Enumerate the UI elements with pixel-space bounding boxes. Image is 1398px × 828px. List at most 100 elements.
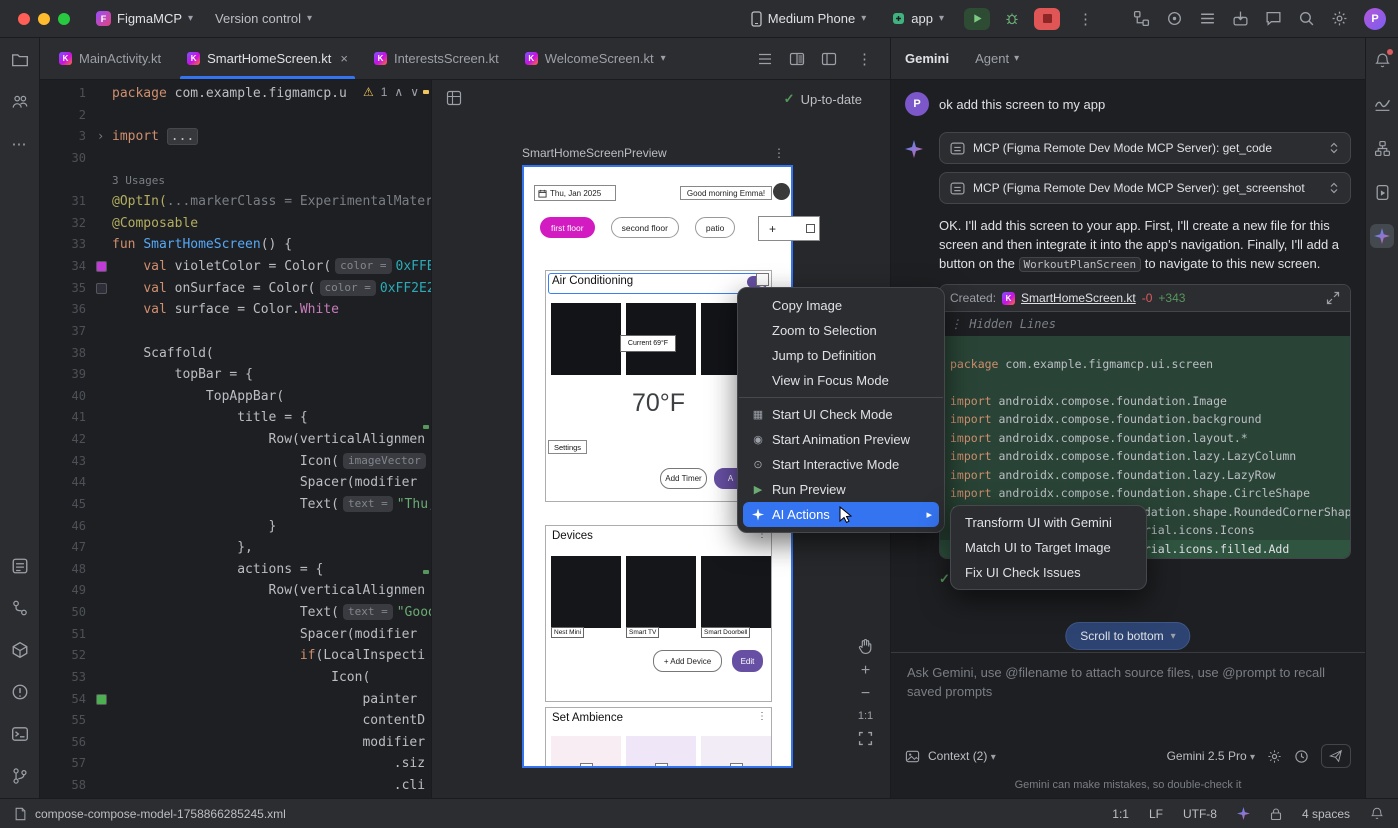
git-branch-tool-icon[interactable] [8,764,32,788]
design-view-icon[interactable] [821,51,837,67]
close-tab-icon[interactable]: × [340,51,348,66]
tab-mainactivity[interactable]: MainActivity.kt [46,38,174,79]
split-view-icon[interactable] [789,51,805,67]
menu-item-copy-image[interactable]: Copy Image [738,293,944,318]
ac-card[interactable] [551,303,621,375]
more-actions-icon[interactable]: ⋮ [1074,10,1097,28]
pan-hand-icon[interactable] [857,638,874,655]
build-tool-icon[interactable] [8,638,32,662]
editor-options-icon[interactable]: ⋮ [853,50,876,68]
workflow-icon[interactable] [1133,10,1150,27]
run-config-selector[interactable]: app ▾ [886,8,950,29]
close-window-button[interactable] [18,13,30,25]
expand-chevron-icon[interactable] [1328,181,1340,195]
color-preview-chip[interactable] [96,261,107,272]
grid-view-icon[interactable] [446,90,462,106]
menu-item-jump-to-definition[interactable]: Jump to Definition [738,343,944,368]
add-floor-chip[interactable]: + [769,222,776,236]
preview-options-icon[interactable]: ⋮ [773,146,785,160]
vcs-widget[interactable]: Version control ▾ [209,8,318,29]
lock-icon[interactable] [1270,807,1282,821]
menu-item-run-preview[interactable]: ▶Run Preview [738,477,944,502]
structure-icon[interactable] [1370,136,1394,160]
submenu-item-transform-ui-with-gemini[interactable]: Transform UI with Gemini [951,510,1146,535]
ambience-card[interactable] [626,736,696,766]
run-button[interactable] [964,8,990,30]
stop-button[interactable] [1034,8,1060,30]
zoom-window-button[interactable] [58,13,70,25]
tool-call-chip[interactable]: MCP (Figma Remote Dev Mode MCP Server): … [939,172,1351,204]
date-chip[interactable]: Thu, Jan 2025 [534,185,616,201]
submenu-item-fix-ui-check-issues[interactable]: Fix UI Check Issues [951,560,1146,585]
tab-welcomescreen[interactable]: WelcomeScreen.kt ▾ [512,38,679,79]
resize-handle[interactable] [806,224,815,233]
inspection-stripe-mark[interactable] [423,425,429,429]
inspection-stripe-mark[interactable] [423,570,429,574]
add-timer-button[interactable]: Add Timer [660,468,707,489]
menu-item-start-interactive-mode[interactable]: ⊙Start Interactive Mode [738,452,944,477]
color-preview-chip[interactable] [96,694,107,705]
vcs-tool-icon[interactable] [8,596,32,620]
project-tool-icon[interactable] [8,48,32,72]
history-icon[interactable] [1294,749,1309,764]
settings-label[interactable]: Settings [548,440,587,454]
menu-item-start-ui-check-mode[interactable]: ▦Start UI Check Mode [738,402,944,427]
next-warning-icon[interactable]: ∨ [410,85,419,99]
prev-warning-icon[interactable]: ∧ [394,85,403,99]
tool-call-chip[interactable]: MCP (Figma Remote Dev Mode MCP Server): … [939,132,1351,164]
device-selector[interactable]: Medium Phone ▾ [745,8,872,30]
ambience-card[interactable] [701,736,771,766]
chevron-down-icon[interactable]: ▾ [661,53,666,64]
sdk-manager-icon[interactable] [1232,10,1249,27]
running-devices-icon[interactable] [1370,180,1394,204]
status-notifications-icon[interactable] [1370,806,1384,821]
send-button[interactable] [1321,744,1351,768]
add-device-button[interactable]: + Add Device [653,650,722,672]
zoom-in-button[interactable]: + [861,664,870,678]
menu-item-zoom-to-selection[interactable]: Zoom to Selection [738,318,944,343]
ambience-card[interactable] [551,736,621,766]
more-tool-windows-icon[interactable]: ⋯ [8,132,32,156]
menu-item-view-in-focus-mode[interactable]: View in Focus Mode [738,368,944,393]
preview-title[interactable]: SmartHomeScreenPreview ⋮ [522,146,793,160]
zoom-ratio-button[interactable]: 1:1 [858,710,873,722]
fold-arrow-icon[interactable]: › [97,126,104,148]
settings-gear-icon[interactable] [1331,10,1348,27]
attach-image-icon[interactable] [905,749,920,764]
user-avatar[interactable]: P [1364,8,1386,30]
tab-interestsscreen[interactable]: InterestsScreen.kt [361,38,512,79]
color-preview-chip[interactable] [96,283,107,294]
tab-agent[interactable]: Agent ▾ [975,51,1019,66]
zoom-out-button[interactable]: − [861,687,870,701]
status-file-name[interactable]: compose-compose-model-1758866285245.xml [35,807,286,821]
usages-hint[interactable]: 3 Usages [40,170,431,192]
code-view-icon[interactable] [757,51,773,67]
created-file-link[interactable]: SmartHomeScreen.kt [1021,291,1136,305]
notifications-icon[interactable] [1370,48,1394,72]
debug-button[interactable] [1004,11,1020,26]
submenu-item-match-ui-to-target-image[interactable]: Match UI to Target Image [951,535,1146,560]
context-selector[interactable]: Context (2) ▾ [928,749,996,763]
todo-tool-icon[interactable] [8,554,32,578]
model-selector[interactable]: Gemini 2.5 Pro ▾ [1167,749,1255,763]
app-insights-icon[interactable] [1370,92,1394,116]
feedback-icon[interactable] [1265,10,1282,27]
status-zoom-ratio[interactable]: 1:1 [1112,807,1129,821]
device-card[interactable]: Smart Doorbell [701,556,771,628]
floor-chip-patio[interactable]: patio [695,217,735,238]
device-card[interactable]: Nest Mini [551,556,621,628]
tab-smarthomescreen[interactable]: SmartHomeScreen.kt × [174,38,361,79]
device-card[interactable]: Smart TV [626,556,696,628]
gemini-status-icon[interactable] [1237,807,1250,820]
terminal-tool-icon[interactable] [8,722,32,746]
inspection-widget[interactable]: ⚠ 1 ∧ ∨ [363,85,419,99]
profiler-icon[interactable] [1166,10,1183,27]
open-diff-icon[interactable] [1326,291,1340,305]
gemini-tool-icon[interactable] [1370,224,1394,248]
menu-item-start-animation-preview[interactable]: ◉Start Animation Preview [738,427,944,452]
resize-handle[interactable] [756,273,769,286]
minimize-window-button[interactable] [38,13,50,25]
gemini-settings-icon[interactable] [1267,749,1282,764]
zoom-to-fit-icon[interactable] [858,731,873,746]
tab-gemini[interactable]: Gemini [905,51,949,66]
